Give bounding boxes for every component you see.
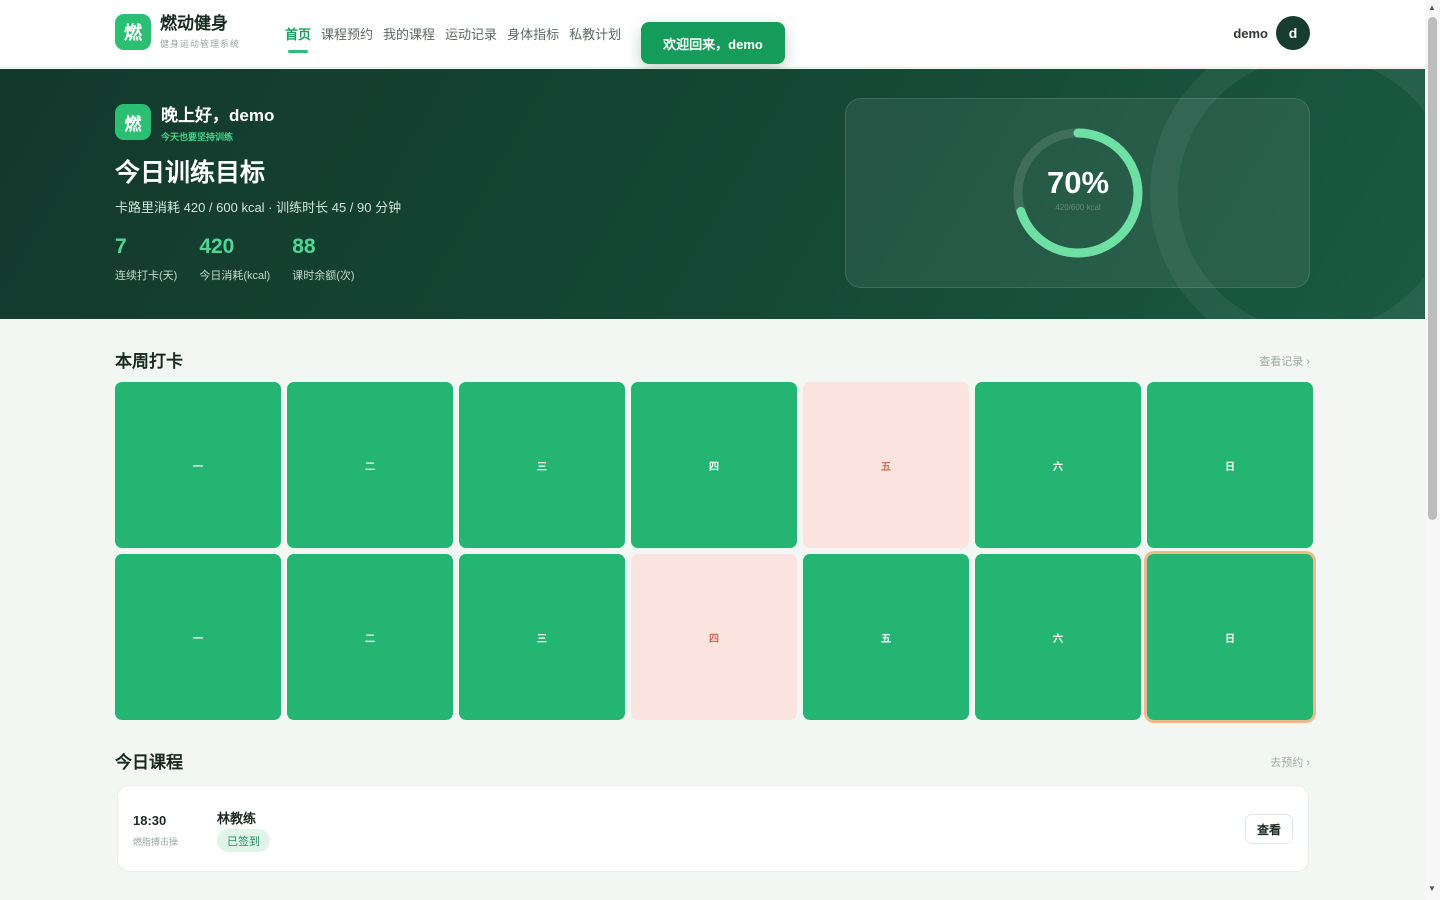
scrollbar-thumb[interactable] [1428, 17, 1437, 520]
stat-calories: 420 今日消耗(kcal) [199, 235, 270, 283]
scroll-down-arrow-icon[interactable]: ▼ [1428, 884, 1436, 893]
page-scrollbar[interactable]: ▲ ▼ [1425, 0, 1440, 900]
main-nav: 首页 课程预约 我的课程 运动记录 身体指标 私教计划 [285, 24, 621, 54]
checkin-day[interactable]: 三 [459, 382, 625, 548]
nav-item-course-booking[interactable]: 课程预约 [321, 24, 373, 54]
checkin-day[interactable]: 日 [1147, 554, 1313, 720]
stat-value: 88 [292, 235, 316, 258]
stat-value: 7 [115, 235, 127, 258]
progress-percent: 70% [1046, 165, 1110, 200]
scroll-up-arrow-icon[interactable]: ▲ [1428, 3, 1436, 12]
progress-card: 70% 420/600 kcal [845, 98, 1310, 288]
course-coach: 林教练 [217, 811, 257, 826]
checkin-day[interactable]: 五 [803, 382, 969, 548]
stat-value: 420 [199, 235, 235, 258]
checkin-day[interactable]: 三 [459, 554, 625, 720]
nav-item-my-courses[interactable]: 我的课程 [383, 24, 435, 54]
stat-streak: 7 连续打卡(天) [115, 235, 177, 283]
checkin-grid: 一二三四五六日一二三四五六日 [115, 382, 1313, 720]
brand-logo-icon: 燃 [115, 14, 151, 50]
course-name: 燃脂搏击操 [133, 837, 179, 847]
welcome-toast: 欢迎回来，demo [641, 22, 785, 64]
checkin-day[interactable]: 日 [1147, 382, 1313, 548]
book-course-link[interactable]: 去预约 › [1270, 754, 1310, 770]
user-name: demo [1233, 25, 1268, 41]
stat-class-balance: 88 课时余额(次) [292, 235, 354, 283]
brand-name: 燃动健身 [160, 14, 228, 33]
avatar[interactable]: d [1276, 16, 1310, 50]
stat-label: 今日消耗(kcal) [199, 270, 271, 282]
nav-item-body-metrics[interactable]: 身体指标 [507, 24, 559, 54]
brand-subtitle: 健身运动管理系统 [160, 39, 241, 49]
status-badge: 已签到 [217, 829, 270, 852]
checkin-day[interactable]: 五 [803, 554, 969, 720]
greeting-title: 晚上好，demo [161, 106, 275, 125]
nav-item-personal-plan[interactable]: 私教计划 [569, 24, 621, 54]
hero-banner: 燃 晚上好，demo 今天也要坚持训练 今日训练目标 卡路里消耗 420 / 6… [0, 69, 1425, 319]
checkin-day[interactable]: 四 [631, 382, 797, 548]
checkin-day[interactable]: 六 [975, 382, 1141, 548]
nav-item-exercise-records[interactable]: 运动记录 [445, 24, 497, 54]
view-records-link[interactable]: 查看记录 › [1259, 353, 1310, 369]
checkin-title: 本周打卡 [115, 352, 183, 371]
greeting: 燃 晚上好，demo 今天也要坚持训练 [115, 101, 274, 143]
greeting-logo-icon: 燃 [115, 104, 151, 140]
stat-label: 课时余额(次) [292, 270, 355, 282]
brand-text: 燃动健身 健身运动管理系统 [160, 14, 240, 50]
goal-title: 今日训练目标 [115, 159, 266, 187]
course-time: 18:30 [133, 813, 167, 828]
greeting-subtitle: 今天也要坚持训练 [161, 132, 234, 142]
goal-description: 卡路里消耗 420 / 600 kcal · 训练时长 45 / 90 分钟 [115, 200, 402, 215]
stat-label: 连续打卡(天) [115, 270, 178, 282]
checkin-day[interactable]: 二 [287, 554, 453, 720]
progress-sub: 420/600 kcal [1055, 203, 1101, 212]
checkin-day[interactable]: 六 [975, 554, 1141, 720]
courses-title: 今日课程 [115, 753, 183, 772]
stats-row: 7 连续打卡(天) 420 今日消耗(kcal) 88 课时余额(次) [115, 235, 355, 283]
nav-item-home[interactable]: 首页 [285, 24, 311, 54]
checkin-day[interactable]: 二 [287, 382, 453, 548]
checkin-day[interactable]: 四 [631, 554, 797, 720]
checkin-day[interactable]: 一 [115, 382, 281, 548]
checkin-day[interactable]: 一 [115, 554, 281, 720]
user-menu[interactable]: demo d [1233, 16, 1310, 50]
view-course-button[interactable]: 查看 [1245, 814, 1293, 844]
brand[interactable]: 燃 燃动健身 健身运动管理系统 [115, 14, 240, 50]
course-card[interactable]: 18:30 燃脂搏击操 林教练 已签到 查看 [117, 785, 1309, 872]
